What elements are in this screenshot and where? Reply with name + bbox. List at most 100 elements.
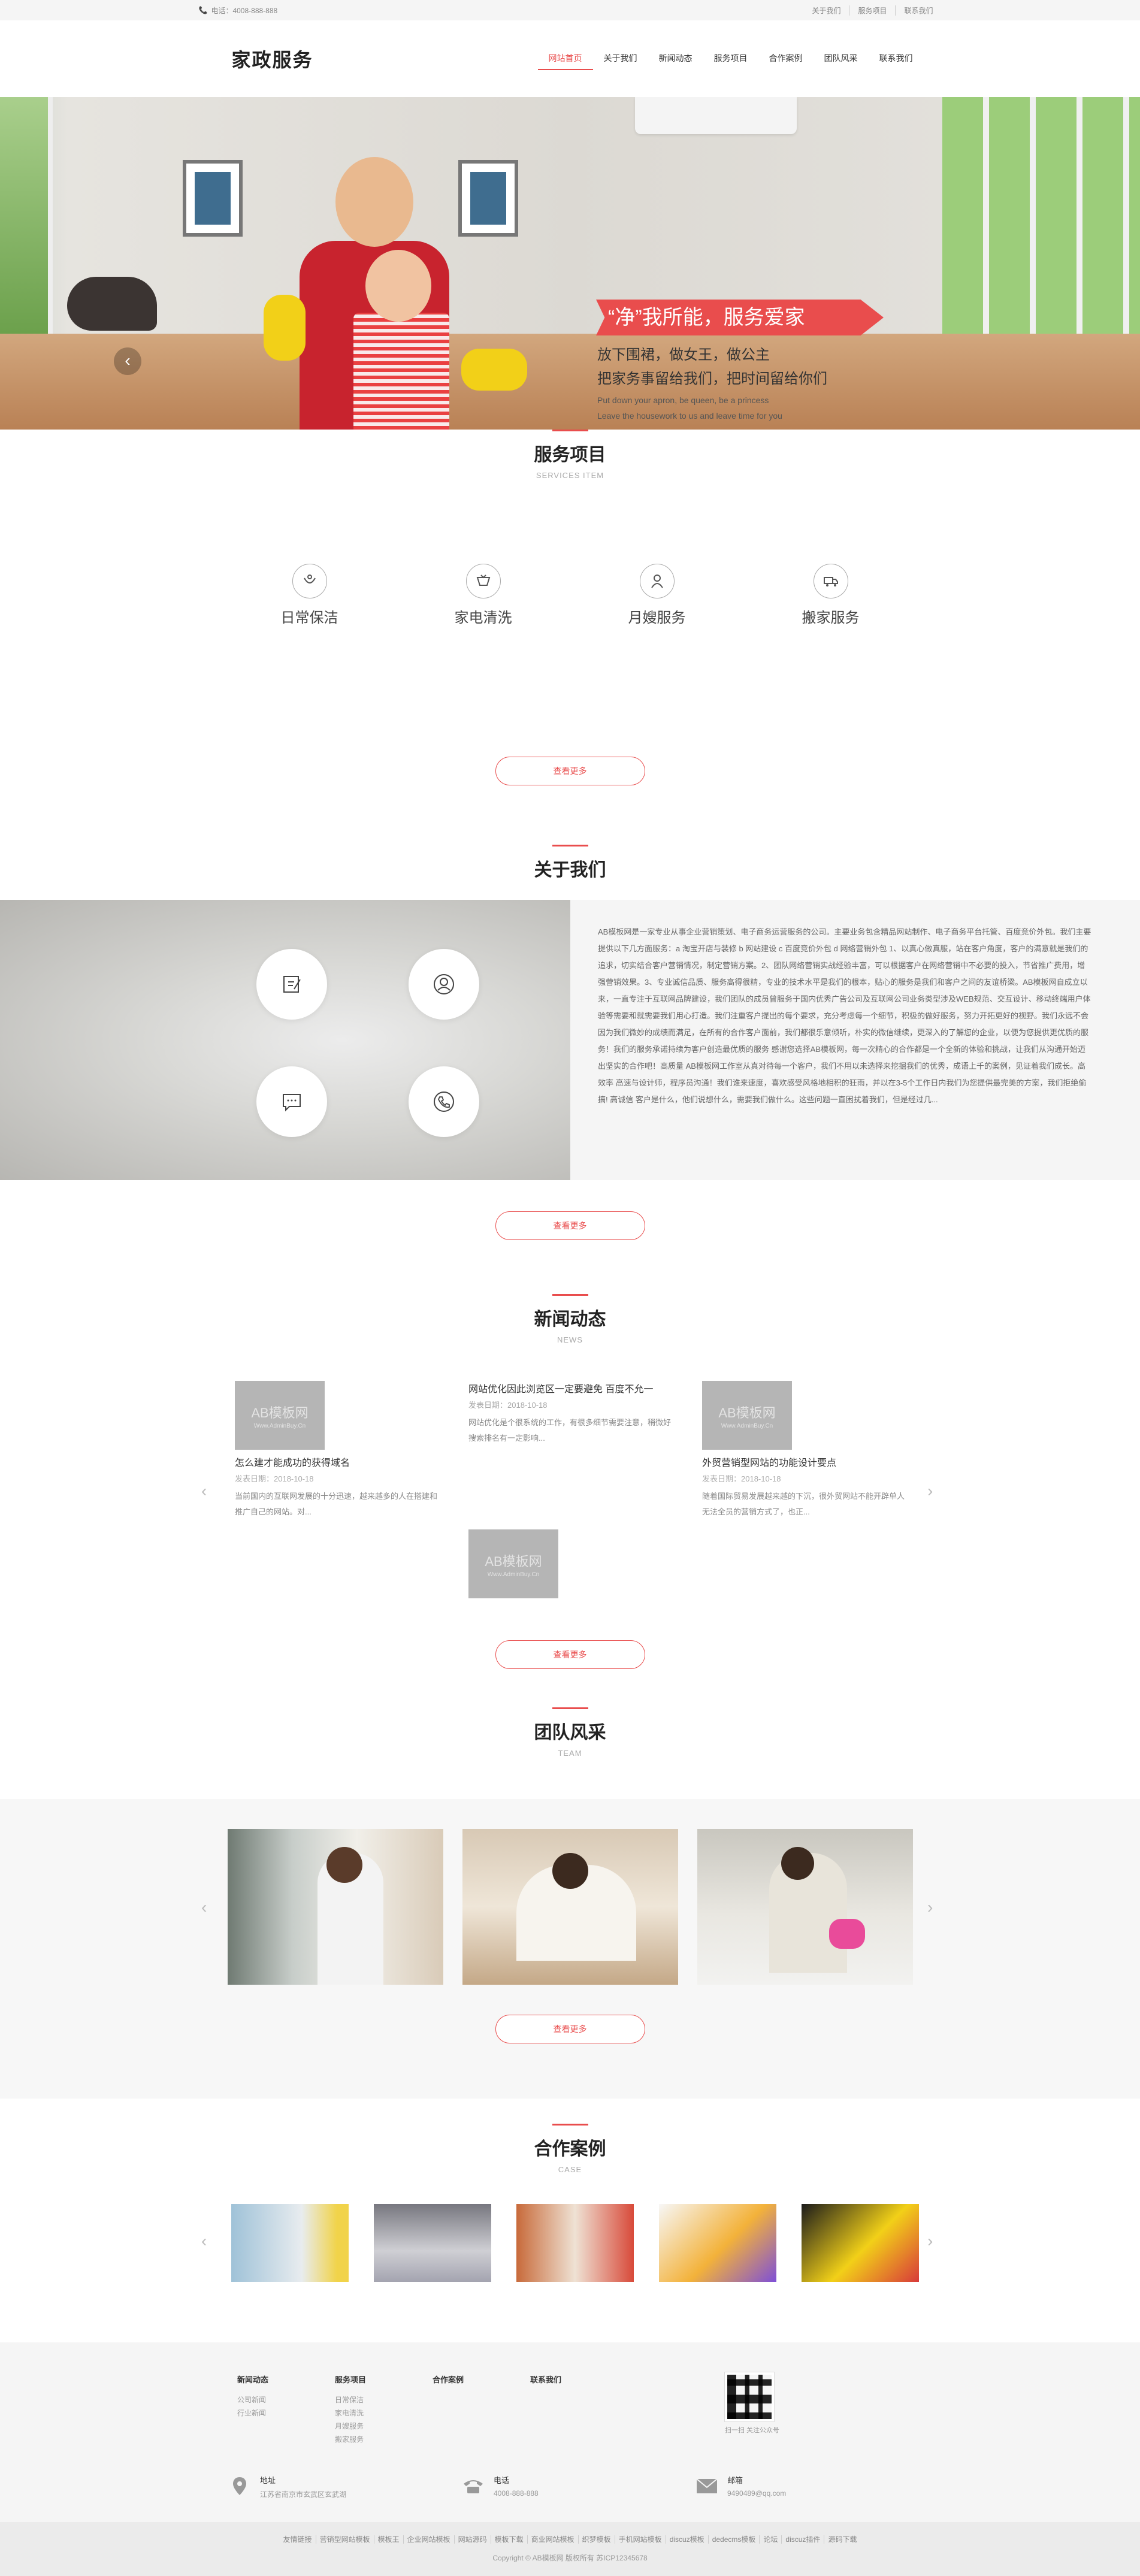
nav-home[interactable]: 网站首页 (537, 47, 593, 70)
banner-window-left (0, 97, 53, 337)
friend-link[interactable]: dedecms模板 (707, 2535, 760, 2544)
footer-col-cases: 合作案例 (433, 2375, 464, 2384)
phone-icon (461, 2474, 485, 2498)
news-item-title[interactable]: 怎么建才能成功的获得域名 (235, 1455, 439, 1469)
services-heading: 服务项目 SERVICES ITEM (0, 430, 1140, 480)
friend-link[interactable]: 商业网站模板 (527, 2535, 578, 2544)
team-subtitle: TEAM (558, 1749, 582, 1758)
top-phone: 📞 电话：4008-888-888 (199, 5, 278, 16)
news-thumbnail: AB模板网 Www.AdminBuy.Cn (468, 1529, 558, 1598)
nav-team[interactable]: 团队风采 (814, 47, 869, 70)
service-item-nanny[interactable]: 月嫂服务 (615, 564, 699, 627)
team-photo[interactable] (462, 1829, 678, 1985)
banner-window-right (942, 97, 1140, 337)
banner-line-1: 放下围裙，做女王，做公主 (597, 347, 770, 363)
news-item[interactable]: AB模板网 Www.AdminBuy.Cn (468, 1529, 672, 1598)
cleaning-icon (292, 564, 327, 598)
top-link-contact[interactable]: 联系我们 (895, 5, 941, 16)
news-prev-arrow[interactable]: ‹ (201, 1481, 207, 1501)
services-more-button[interactable]: 查看更多 (495, 757, 645, 785)
team-photo[interactable] (228, 1829, 443, 1985)
news-item-date: 发表日期：2018-10-18 (702, 1474, 781, 1483)
header: 家政服务 网站首页 关于我们 新闻动态 服务项目 合作案例 团队风采 联系我们 (0, 20, 1140, 97)
friend-link[interactable]: 模板王 (373, 2535, 403, 2544)
team-prev-arrow[interactable]: ‹ (201, 1898, 207, 1917)
team-photo[interactable] (697, 1829, 913, 1985)
news-next-arrow[interactable]: › (927, 1481, 933, 1501)
service-item-appliance-cleaning[interactable]: 家电清洗 (442, 564, 525, 627)
top-phone-text: 电话：4008-888-888 (211, 6, 278, 15)
cases-next-arrow[interactable]: › (927, 2232, 933, 2251)
hero-banner: “净”我所能，服务爱家 放下围裙，做女王，做公主 把家务事留给我们，把时间留给你… (0, 97, 1140, 430)
phone-circle-icon (409, 1066, 479, 1137)
copyright-bar: 友情链接 营销型网站模板 模板王 企业网站模板 网站源码 模板下载 商业网站模板 织梦模板 手机… (0, 2522, 1140, 2576)
friend-link[interactable]: 营销型网站模板 (315, 2535, 374, 2544)
footer-link[interactable]: 日常保洁 (335, 2393, 433, 2406)
about-text: AB模板网是一家专业从事企业营销策划、电子商务运营服务的公司。主要业务包含精品网… (598, 927, 1091, 1104)
friend-link[interactable]: 织梦模板 (577, 2535, 615, 2544)
service-item-moving[interactable]: 搬家服务 (789, 564, 873, 627)
services-title: 服务项目 (534, 445, 606, 465)
friend-link[interactable]: discuz模板 (665, 2535, 708, 2544)
news-item-title[interactable]: 网站优化因此浏览区一定要避免 百度不允一 (468, 1381, 672, 1395)
team-list (228, 1829, 913, 1985)
qr-code-block: 扫一扫 关注公众号 (724, 2372, 779, 2435)
footer-link[interactable]: 行业新闻 (237, 2406, 335, 2420)
footer-link[interactable]: 家电清洗 (335, 2406, 433, 2420)
top-link-services[interactable]: 服务项目 (849, 5, 895, 16)
footer-link[interactable]: 月嫂服务 (335, 2420, 433, 2433)
services-section: 服务项目 SERVICES ITEM 日常保洁 家电清洗 月嫂服务 搬家服务 (0, 430, 1140, 627)
footer-col-news: 新闻动态 公司新闻 行业新闻 (237, 2374, 335, 2446)
news-more-button[interactable]: 查看更多 (495, 1640, 645, 1669)
case-photo[interactable] (659, 2204, 776, 2282)
chat-icon (256, 1066, 327, 1137)
banner-prev-arrow[interactable]: ‹ (114, 347, 141, 375)
news-title: 新闻动态 (534, 1310, 606, 1329)
location-icon (228, 2474, 252, 2498)
moving-truck-icon (813, 564, 848, 598)
case-photo[interactable] (516, 2204, 634, 2282)
friend-link[interactable]: discuz插件 (781, 2535, 824, 2544)
friend-link[interactable]: 源码下载 (824, 2535, 861, 2544)
nav-about[interactable]: 关于我们 (593, 47, 648, 70)
news-item-desc: 随着国际贸易发展越来越的下沉，很外贸网站不能开辟单人无法全员的营销方式了，也正.… (702, 1492, 905, 1516)
appliance-icon (465, 564, 501, 598)
friend-link[interactable]: 企业网站模板 (403, 2535, 454, 2544)
about-more-button[interactable]: 查看更多 (495, 1211, 645, 1240)
qr-code-icon (724, 2372, 775, 2422)
banner-air-conditioner (635, 97, 797, 134)
footer-link[interactable]: 公司新闻 (237, 2393, 335, 2406)
banner-picture-frame (183, 160, 243, 237)
footer-contacts: 地址 江苏省南京市玄武区玄武湖 电话 4008-888-888 邮箱 9490489@… (228, 2474, 929, 2499)
friend-links-label: 友情链接 (283, 2535, 312, 2544)
top-link-about[interactable]: 关于我们 (803, 5, 849, 16)
footer-contact-email: 邮箱 9490489@qq.com (695, 2474, 929, 2499)
cases-prev-arrow[interactable]: ‹ (201, 2232, 207, 2251)
about-section: AB模板网是一家专业从事企业营销策划、电子商务运营服务的公司。主要业务包含精品网… (0, 900, 1140, 1180)
news-item-date: 发表日期：2018-10-18 (468, 1401, 548, 1410)
nav-cases[interactable]: 合作案例 (758, 47, 814, 70)
nav-news[interactable]: 新闻动态 (648, 47, 703, 70)
about-text-panel: AB模板网是一家专业从事企业营销策划、电子商务运营服务的公司。主要业务包含精品网… (570, 900, 1140, 1180)
news-item-title[interactable]: 外贸营销型网站的功能设计要点 (702, 1455, 906, 1469)
footer-link[interactable]: 搬家服务 (335, 2433, 433, 2446)
nav-contact[interactable]: 联系我们 (869, 47, 924, 70)
friend-link[interactable]: 论坛 (759, 2535, 782, 2544)
service-item-daily-cleaning[interactable]: 日常保洁 (268, 564, 352, 627)
friend-link[interactable]: 模板下载 (490, 2535, 527, 2544)
team-next-arrow[interactable]: › (927, 1898, 933, 1917)
case-photo[interactable] (374, 2204, 491, 2282)
team-heading: 团队风采 TEAM (0, 1707, 1140, 1758)
nav-services[interactable]: 服务项目 (703, 47, 758, 70)
news-item[interactable]: 网站优化因此浏览区一定要避免 百度不允一 发表日期：2018-10-18 网站优… (468, 1381, 672, 1446)
case-photo[interactable] (231, 2204, 349, 2282)
footer-col-services: 服务项目 日常保洁 家电清洗 月嫂服务 搬家服务 (335, 2374, 433, 2446)
friend-link[interactable]: 手机网站模板 (614, 2535, 666, 2544)
team-more-button[interactable]: 查看更多 (495, 2015, 645, 2043)
news-item[interactable]: AB模板网 Www.AdminBuy.Cn 怎么建才能成功的获得域名 发表日期：… (235, 1381, 439, 1520)
cases-subtitle: CASE (558, 2165, 582, 2174)
news-item[interactable]: AB模板网 Www.AdminBuy.Cn 外贸营销型网站的功能设计要点 发表日… (702, 1381, 906, 1520)
friend-link[interactable]: 网站源码 (453, 2535, 491, 2544)
case-photo[interactable] (802, 2204, 919, 2282)
site-logo[interactable]: 家政服务 (232, 45, 313, 72)
